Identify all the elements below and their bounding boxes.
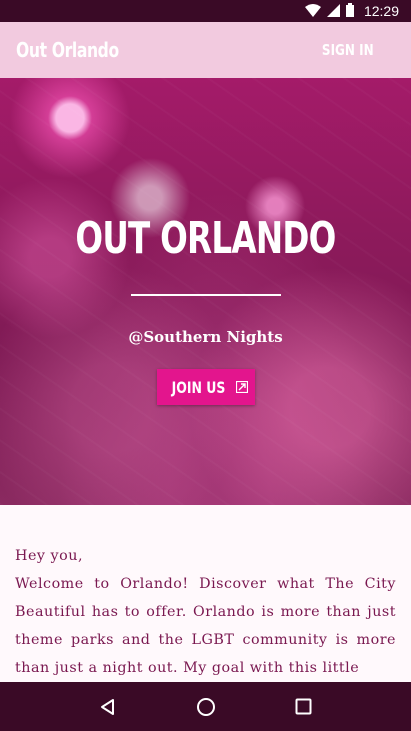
hero-photo [0, 78, 411, 505]
greeting-text: Hey you, [15, 548, 83, 564]
join-us-label: JOIN US [171, 377, 225, 397]
clock: 12:29 [363, 3, 399, 19]
back-icon[interactable] [99, 698, 117, 716]
brand-logo[interactable]: Out Orlando [16, 38, 119, 62]
home-icon[interactable] [196, 697, 216, 717]
navigation-bar [0, 682, 411, 731]
external-link-icon [236, 378, 249, 397]
status-bar: 12:29 [0, 0, 411, 22]
hero-divider [131, 294, 281, 296]
intro-paragraph: Welcome to Orlando! Discover what The Ci… [15, 576, 396, 676]
recents-icon[interactable] [295, 698, 312, 715]
signal-icon [326, 2, 340, 21]
hero-banner: OUT ORLANDO @Southern Nights JOIN US [0, 78, 411, 505]
sign-in-button[interactable]: SIGN IN [322, 41, 374, 59]
intro-section: Hey you, Welcome to Orlando! Discover wh… [0, 505, 411, 682]
hero-subtitle: @Southern Nights [128, 328, 283, 346]
hero-title: OUT ORLANDO [75, 213, 336, 264]
app-bar: Out Orlando SIGN IN [0, 22, 411, 78]
join-us-button[interactable]: JOIN US [157, 369, 255, 405]
battery-icon [345, 2, 354, 21]
wifi-icon [304, 2, 321, 21]
